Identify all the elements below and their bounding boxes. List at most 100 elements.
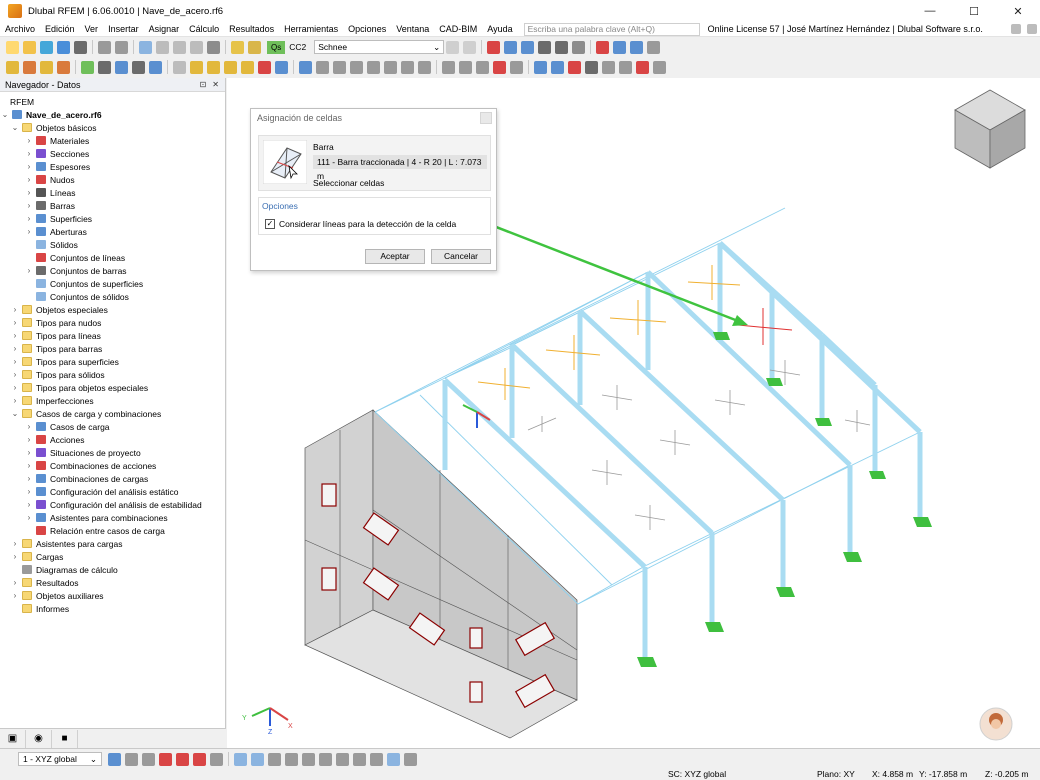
copy-view-icon[interactable] — [630, 40, 644, 54]
object-snap-icon[interactable] — [125, 752, 138, 766]
tab-data-icon[interactable]: ▣ — [0, 729, 26, 748]
select-icon[interactable] — [299, 60, 312, 74]
render-icon[interactable] — [207, 40, 220, 54]
select-cells-link[interactable]: Seleccionar celdas — [313, 178, 384, 188]
chevron-right-icon[interactable]: › — [10, 331, 20, 340]
view-icon[interactable] — [613, 40, 627, 54]
perspective-icon[interactable] — [302, 752, 315, 766]
menu-ventana[interactable]: Ventana — [391, 24, 434, 34]
tree-item[interactable]: › Resultados — [0, 576, 225, 589]
tab-views-camera-icon[interactable]: ■ — [52, 729, 78, 748]
chevron-right-icon[interactable]: › — [24, 422, 34, 431]
transparent-icon[interactable] — [285, 752, 298, 766]
tree-item[interactable]: › Objetos especiales — [0, 303, 225, 316]
align-icon[interactable] — [442, 60, 455, 74]
chevron-right-icon[interactable]: › — [10, 396, 20, 405]
divide-icon[interactable] — [384, 60, 397, 74]
arc-icon[interactable] — [176, 752, 189, 766]
chevron-right-icon[interactable]: › — [24, 136, 34, 145]
tree-item[interactable]: › Tipos para barras — [0, 342, 225, 355]
load-surface-icon[interactable] — [241, 60, 254, 74]
menu-asignar[interactable]: Asignar — [144, 24, 185, 34]
chevron-right-icon[interactable]: › — [10, 552, 20, 561]
close-button[interactable]: ✕ — [996, 0, 1040, 22]
chevron-down-icon[interactable]: ⌄ — [10, 409, 20, 418]
chevron-right-icon[interactable]: › — [24, 149, 34, 158]
view-iso-icon[interactable] — [534, 60, 547, 74]
chevron-right-icon[interactable]: › — [10, 344, 20, 353]
results-icon[interactable] — [538, 40, 552, 54]
section-icon[interactable] — [190, 40, 203, 54]
tree-item[interactable]: › Nudos — [0, 173, 225, 186]
chevron-right-icon[interactable]: › — [24, 188, 34, 197]
tree-item[interactable]: › Aberturas — [0, 225, 225, 238]
chevron-right-icon[interactable]: › — [24, 162, 34, 171]
chevron-right-icon[interactable]: › — [24, 214, 34, 223]
show-results-icon[interactable] — [555, 40, 569, 54]
tree-item[interactable]: › Cargas — [0, 550, 225, 563]
calculate-all-icon[interactable] — [521, 40, 535, 54]
chevron-right-icon[interactable]: › — [10, 305, 20, 314]
connect-icon[interactable] — [418, 60, 431, 74]
tree-item[interactable]: › Tipos para superficies — [0, 355, 225, 368]
chevron-right-icon[interactable]: › — [24, 201, 34, 210]
visibility-icon[interactable] — [353, 752, 366, 766]
snap-grid-icon[interactable] — [108, 752, 121, 766]
load-member-icon[interactable] — [207, 60, 220, 74]
tree-item[interactable]: › Secciones — [0, 147, 225, 160]
tree-item[interactable]: › Configuración del análisis estático — [0, 485, 225, 498]
cancel-button[interactable]: Cancelar — [431, 249, 491, 264]
solid-icon[interactable] — [149, 60, 162, 74]
consider-lines-checkbox[interactable]: ✓ — [265, 219, 275, 229]
previous-load-case-icon[interactable] — [446, 40, 460, 54]
scale-icon[interactable] — [367, 60, 380, 74]
wireframe-icon[interactable] — [251, 752, 264, 766]
distribute-icon[interactable] — [459, 60, 472, 74]
accept-button[interactable]: Aceptar — [365, 249, 425, 264]
tree-item[interactable]: Relación entre casos de carga — [0, 524, 225, 537]
chevron-down-icon[interactable]: ⌄ — [0, 110, 10, 119]
chevron-right-icon[interactable]: › — [24, 500, 34, 509]
calculate-icon[interactable] — [504, 40, 518, 54]
panel-icon[interactable] — [173, 40, 186, 54]
cloud-icon[interactable] — [40, 40, 53, 54]
tree-item[interactable]: › Tipos para líneas — [0, 329, 225, 342]
line-mode-icon[interactable] — [159, 752, 172, 766]
pin-icon[interactable]: ⊡ — [200, 80, 207, 89]
member-icon[interactable] — [40, 60, 53, 74]
close-icon[interactable]: ✕ — [212, 80, 219, 89]
shadow-icon[interactable] — [336, 752, 349, 766]
tree-item[interactable]: ⌄ Casos de carga y combinaciones — [0, 407, 225, 420]
ribbon-toggle-icon[interactable] — [1011, 24, 1021, 34]
maximize-button[interactable]: ☐ — [952, 0, 996, 22]
print-icon[interactable] — [74, 40, 87, 54]
extrude-icon[interactable] — [401, 60, 414, 74]
chevron-right-icon[interactable]: › — [24, 266, 34, 275]
node-icon[interactable] — [6, 60, 19, 74]
view-front-icon[interactable] — [551, 60, 564, 74]
chevron-right-icon[interactable]: › — [24, 227, 34, 236]
tree-item[interactable]: Conjuntos de sólidos — [0, 290, 225, 303]
tree-item[interactable]: Informes — [0, 602, 225, 615]
tree-item[interactable]: › Superficies — [0, 212, 225, 225]
tab-display-eye-icon[interactable]: ◉ — [26, 729, 52, 748]
new-file-icon[interactable] — [6, 40, 19, 54]
help-icon[interactable] — [1027, 24, 1037, 34]
chevron-right-icon[interactable]: › — [10, 370, 20, 379]
tree-item[interactable]: Conjuntos de superficies — [0, 277, 225, 290]
chevron-right-icon[interactable]: › — [24, 435, 34, 444]
chevron-right-icon[interactable]: › — [10, 357, 20, 366]
tree-root[interactable]: RFEM — [0, 95, 225, 108]
chevron-right-icon[interactable]: › — [10, 578, 20, 587]
menu-opciones[interactable]: Opciones — [343, 24, 391, 34]
hinge-icon[interactable] — [132, 60, 145, 74]
load-wizard-icon[interactable] — [248, 40, 261, 54]
tree-item[interactable]: Diagramas de cálculo — [0, 563, 225, 576]
navigator-toggle-icon[interactable] — [139, 40, 152, 54]
tree-item[interactable]: › Imperfecciones — [0, 394, 225, 407]
view-side-icon[interactable] — [568, 60, 581, 74]
result-filter-icon[interactable] — [596, 40, 610, 54]
display-mode-icon[interactable] — [234, 752, 247, 766]
dialog-close-button[interactable] — [480, 112, 492, 124]
nodal-support-icon[interactable] — [81, 60, 94, 74]
